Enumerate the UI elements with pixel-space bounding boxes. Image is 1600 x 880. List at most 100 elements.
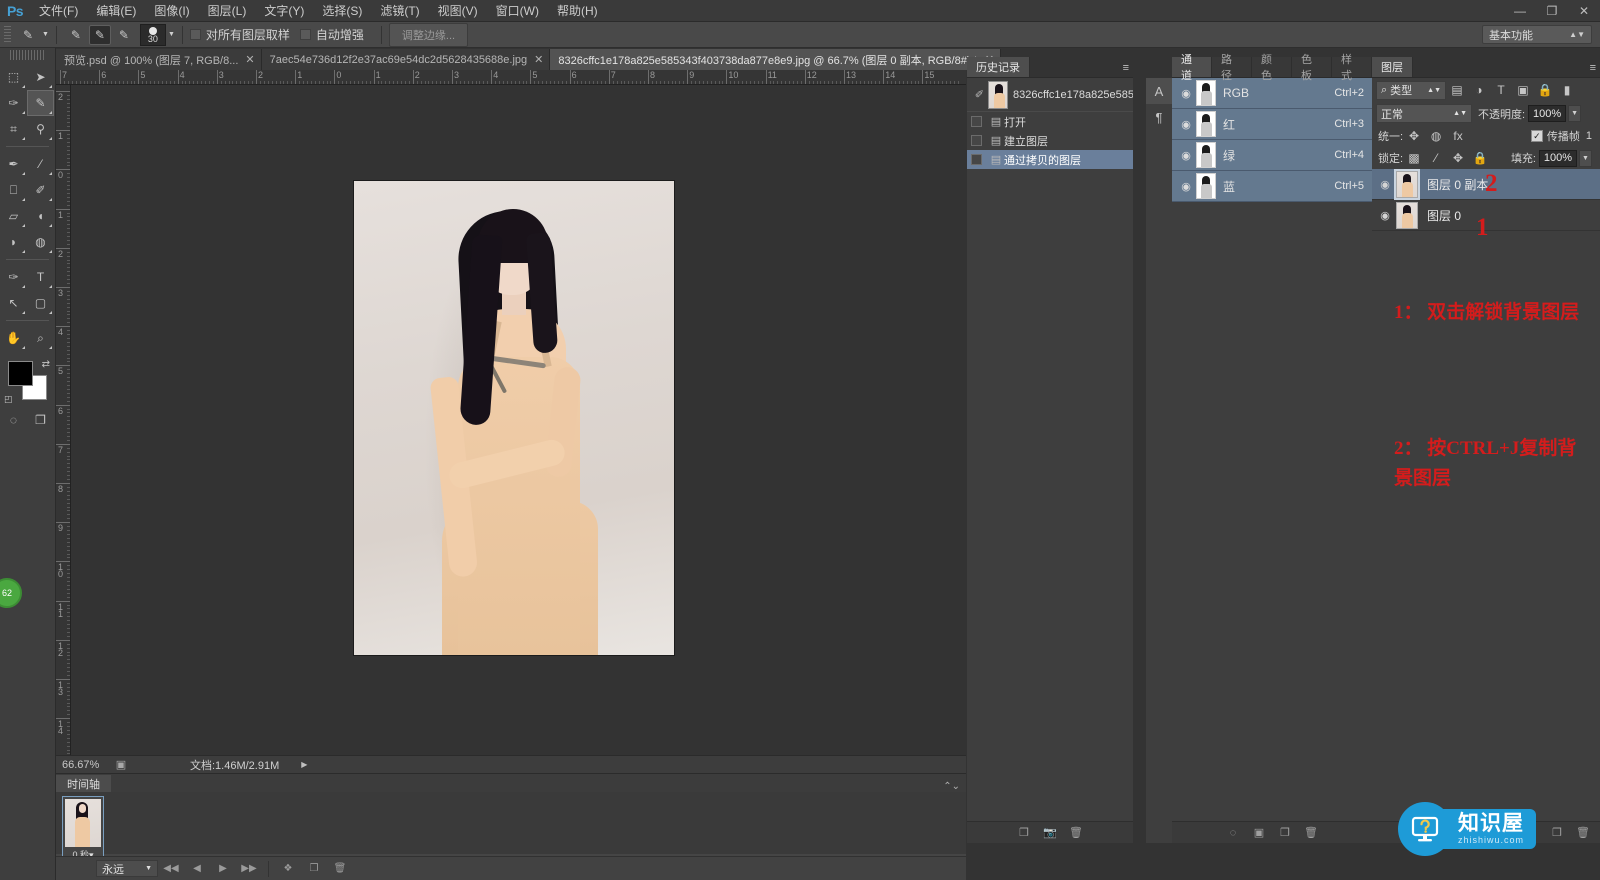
lock-all-icon[interactable]: 🔒 <box>1469 148 1491 168</box>
eye-icon[interactable]: ◉ <box>1176 118 1196 131</box>
default-colors-icon[interactable]: ◰ <box>4 394 13 405</box>
auto-enhance-checkbox[interactable] <box>300 29 311 40</box>
add-to-selection-icon[interactable]: ✎ <box>89 25 111 45</box>
document-info-icon[interactable]: ▣ <box>112 758 130 771</box>
create-new-snapshot-icon[interactable]: 📷 <box>1037 823 1063 843</box>
channel-row-green[interactable]: ◉ 绿 Ctrl+4 <box>1172 140 1372 171</box>
timeline-collapse-icon[interactable]: ⌃⌄ <box>943 781 960 792</box>
swap-colors-icon[interactable]: ⇄ <box>42 359 50 370</box>
tab-timeline[interactable]: 时间轴 <box>56 775 111 792</box>
unify-style-icon[interactable]: fx <box>1447 126 1469 146</box>
close-icon[interactable]: ✕ <box>534 53 543 66</box>
refine-edge-button[interactable]: 调整边缘... <box>389 23 468 47</box>
eye-icon[interactable]: ◉ <box>1374 178 1396 191</box>
load-channel-as-selection-icon[interactable]: ◌ <box>1220 823 1246 843</box>
history-brush-toggle[interactable] <box>971 135 982 146</box>
eraser-tool[interactable]: ▱ <box>0 203 27 229</box>
history-item-layer-via-copy[interactable]: ▤ 通过拷贝的图层 <box>967 150 1133 169</box>
tween-frames-button[interactable]: ❖ <box>275 858 301 880</box>
create-document-from-state-icon[interactable]: ❐ <box>1011 823 1037 843</box>
opacity-value[interactable]: 100% <box>1528 105 1566 122</box>
zoom-tool[interactable]: ⌕ <box>27 325 54 351</box>
document-image[interactable] <box>354 181 674 655</box>
eye-icon[interactable]: ◉ <box>1176 149 1196 162</box>
filter-type-layers-icon[interactable]: T <box>1490 80 1512 100</box>
filter-shape-layers-icon[interactable]: ▣ <box>1512 80 1534 100</box>
toolbox-grip[interactable] <box>10 50 45 60</box>
blur-tool[interactable]: ◗ <box>0 229 27 255</box>
select-previous-frame-button[interactable]: ◀ <box>184 858 210 880</box>
channel-row-blue[interactable]: ◉ 蓝 Ctrl+5 <box>1172 171 1372 202</box>
menu-view[interactable]: 视图(V) <box>429 0 487 22</box>
menu-window[interactable]: 窗口(W) <box>487 0 548 22</box>
new-layer-icon[interactable]: ❐ <box>1544 823 1570 843</box>
layers-panel-menu-icon[interactable]: ≡ <box>1590 62 1596 74</box>
history-source-row[interactable]: ✐ 8326cffc1e178a825e585... <box>967 78 1133 112</box>
filter-smart-objects-icon[interactable]: 🔒 <box>1534 80 1556 100</box>
propagate-frames-checkbox[interactable]: ✓ <box>1531 130 1543 142</box>
tab-channels[interactable]: 通道 <box>1172 57 1212 77</box>
foreground-color-swatch[interactable] <box>8 361 33 386</box>
active-tool-preset-icon[interactable]: ✎ <box>17 25 39 45</box>
pen-tool[interactable]: ✑ <box>0 264 27 290</box>
history-item-open[interactable]: ▤ 打开 <box>967 112 1133 131</box>
history-item-create-layer[interactable]: ▤ 建立图层 <box>967 131 1133 150</box>
filter-toggle-switch[interactable]: ▮ <box>1556 80 1578 100</box>
tab-paths[interactable]: 路径 <box>1212 57 1252 77</box>
menu-select[interactable]: 选择(S) <box>313 0 371 22</box>
document-tab-2[interactable]: 7aec54e736d12f2e37ac69e54dc2d5628435688e… <box>262 49 551 70</box>
lock-position-icon[interactable]: ✥ <box>1447 148 1469 168</box>
lock-image-pixels-icon[interactable]: ⁄ <box>1425 148 1447 168</box>
menu-type[interactable]: 文字(Y) <box>255 0 313 22</box>
document-tab-1[interactable]: 预览.psd @ 100% (图层 7, RGB/8... ✕ <box>56 49 262 70</box>
paragraph-panel-icon[interactable]: ¶ <box>1146 104 1172 130</box>
lock-transparent-pixels-icon[interactable]: ▩ <box>1403 148 1425 168</box>
delete-state-icon[interactable]: 🗑 <box>1063 823 1089 843</box>
tab-color[interactable]: 颜色 <box>1252 57 1292 77</box>
history-brush-toggle[interactable] <box>971 116 982 127</box>
lasso-tool[interactable]: ✑ <box>0 90 27 116</box>
loop-option-select[interactable]: 永远 ▼ <box>96 860 158 877</box>
menu-layer[interactable]: 图层(L) <box>199 0 256 22</box>
restore-icon[interactable]: ❐ <box>1536 1 1568 21</box>
eye-icon[interactable]: ◉ <box>1374 209 1396 222</box>
create-new-channel-icon[interactable]: ❐ <box>1272 823 1298 843</box>
fill-value[interactable]: 100% <box>1539 150 1577 167</box>
delete-channel-icon[interactable]: 🗑 <box>1298 823 1324 843</box>
sample-all-layers-checkbox[interactable] <box>190 29 201 40</box>
close-icon[interactable]: ✕ <box>245 53 254 66</box>
tab-swatches[interactable]: 色板 <box>1292 57 1332 77</box>
minimize-icon[interactable]: — <box>1504 1 1536 21</box>
character-panel-icon[interactable]: A <box>1146 78 1172 104</box>
filter-pixel-layers-icon[interactable]: ▤ <box>1446 80 1468 100</box>
play-animation-button[interactable]: ▶ <box>210 858 236 880</box>
channel-row-red[interactable]: ◉ 红 Ctrl+3 <box>1172 109 1372 140</box>
history-brush-source-icon[interactable]: ✐ <box>971 88 988 101</box>
tool-preset-chevron-down-icon[interactable]: ▼ <box>42 31 49 38</box>
crop-tool[interactable]: ⌗ <box>0 116 27 142</box>
eyedropper-tool[interactable]: ⚲ <box>27 116 54 142</box>
new-selection-icon[interactable]: ✎ <box>65 25 87 45</box>
duplicate-frame-button[interactable]: ❐ <box>301 858 327 880</box>
menu-file[interactable]: 文件(F) <box>30 0 87 22</box>
document-tab-3[interactable]: 8326cffc1e178a825e585343f403738da877e8e9… <box>550 49 1001 70</box>
rectangle-tool[interactable]: ▢ <box>27 290 54 316</box>
brush-size-picker[interactable]: 30 <box>140 24 166 46</box>
filter-adjustment-layers-icon[interactable]: ◑ <box>1468 80 1490 100</box>
eye-icon[interactable]: ◉ <box>1176 87 1196 100</box>
horizontal-type-tool[interactable]: T <box>27 264 54 290</box>
clone-stamp-tool[interactable]: ⎕ <box>0 177 27 203</box>
options-bar-grip[interactable] <box>4 26 11 44</box>
select-first-frame-button[interactable]: ◀◀ <box>158 858 184 880</box>
history-brush-toggle[interactable] <box>971 154 982 165</box>
eye-icon[interactable]: ◉ <box>1176 180 1196 193</box>
path-selection-tool[interactable]: ↖ <box>0 290 27 316</box>
history-brush-tool[interactable]: ✐ <box>27 177 54 203</box>
menu-edit[interactable]: 编辑(E) <box>87 0 145 22</box>
layer-filter-type-select[interactable]: ⌕ 类型 ▲▼ <box>1376 81 1446 100</box>
save-selection-as-channel-icon[interactable]: ▣ <box>1246 823 1272 843</box>
rectangular-marquee-tool[interactable]: ⬚ <box>0 64 27 90</box>
zoom-level[interactable]: 66.67% <box>56 759 112 771</box>
menu-help[interactable]: 帮助(H) <box>548 0 607 22</box>
screen-mode-icon[interactable]: ❐ <box>27 407 54 433</box>
